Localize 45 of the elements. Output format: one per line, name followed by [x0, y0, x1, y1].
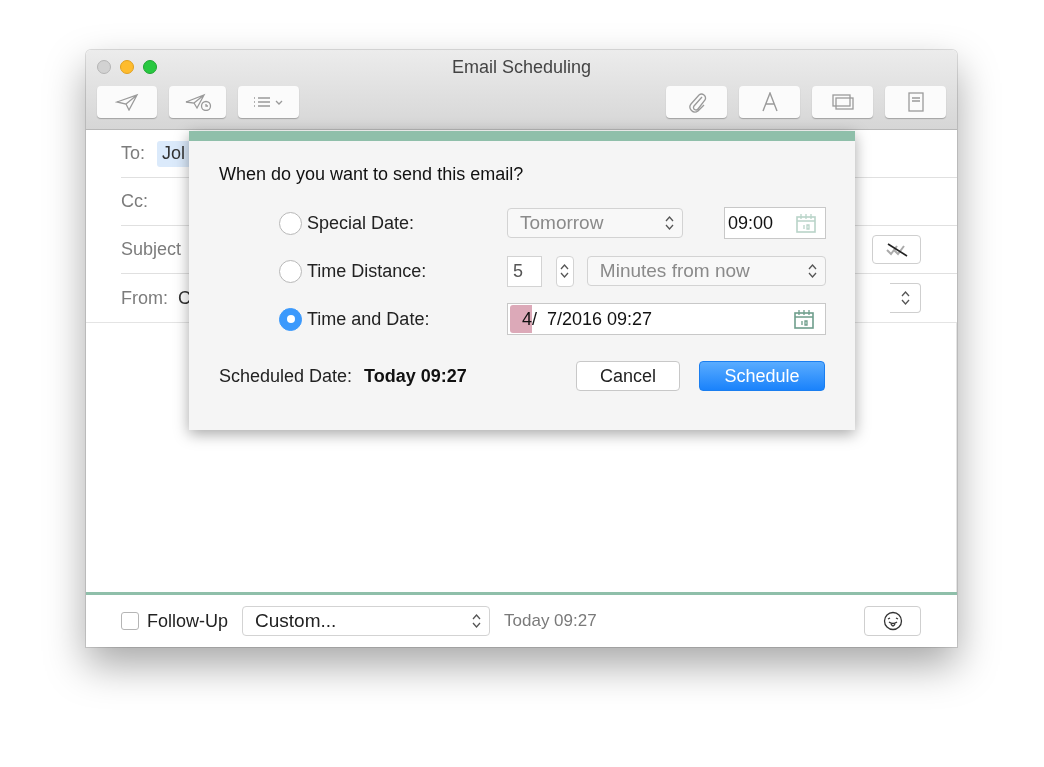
stepper-icon: [808, 263, 817, 279]
crossed-checkmark-icon: [883, 241, 910, 258]
scheduled-value: Today 09:27: [364, 365, 467, 387]
chevron-icon: [900, 290, 910, 306]
date-time-field[interactable]: 4/ 7/2016 09:27: [507, 303, 826, 335]
minimize-button[interactable]: [120, 60, 134, 74]
option-label: Time Distance:: [307, 260, 427, 282]
stepper[interactable]: [555, 255, 574, 287]
radio-button[interactable]: [279, 211, 302, 235]
calendar-icon: [793, 308, 815, 330]
radio-button[interactable]: [279, 259, 302, 283]
toolbar-button[interactable]: [872, 235, 921, 264]
note-icon: [907, 92, 924, 112]
option-label: Time and Date:: [307, 308, 430, 330]
time-field[interactable]: 09:00: [724, 207, 826, 239]
font-icon: [760, 92, 779, 112]
field-label: Subject: [121, 239, 182, 260]
selected-date-segment[interactable]: 4: [510, 304, 532, 333]
stepper-icon: [560, 263, 570, 279]
calendar-icon: [795, 212, 817, 234]
dialog-question: When do you want to send this email?: [219, 164, 525, 185]
cancel-button[interactable]: Cancel: [576, 361, 680, 391]
paper-plane-clock-icon: [183, 93, 212, 111]
follow-up-popup[interactable]: Custom...: [242, 606, 491, 636]
account-popup[interactable]: [890, 283, 921, 313]
follow-up-time: Today 09:27: [504, 611, 597, 631]
stepper-icon: [665, 215, 674, 231]
paper-plane-icon: [115, 93, 139, 111]
stepper-icon: [472, 613, 482, 629]
scheduled-label: Scheduled Date:: [219, 365, 353, 387]
zoom-button[interactable]: [143, 60, 157, 74]
emoji-button[interactable]: [864, 606, 921, 636]
option-label: Special Date:: [307, 212, 415, 234]
windows-icon: [830, 93, 855, 111]
field-label: Cc:: [121, 191, 148, 212]
checkbox-label: Follow-Up: [147, 610, 229, 632]
radio-button[interactable]: [279, 307, 302, 331]
paperclip-icon: [686, 91, 707, 113]
window-title: Email Scheduling: [451, 56, 592, 78]
follow-up-checkbox[interactable]: [121, 612, 139, 630]
date-segment[interactable]: / 7/2016 09:27: [532, 308, 653, 329]
number-field[interactable]: 5: [507, 255, 542, 287]
field-label: To:: [121, 143, 145, 164]
field-label: From:: [121, 287, 168, 309]
face-tongue-icon: [882, 611, 903, 631]
